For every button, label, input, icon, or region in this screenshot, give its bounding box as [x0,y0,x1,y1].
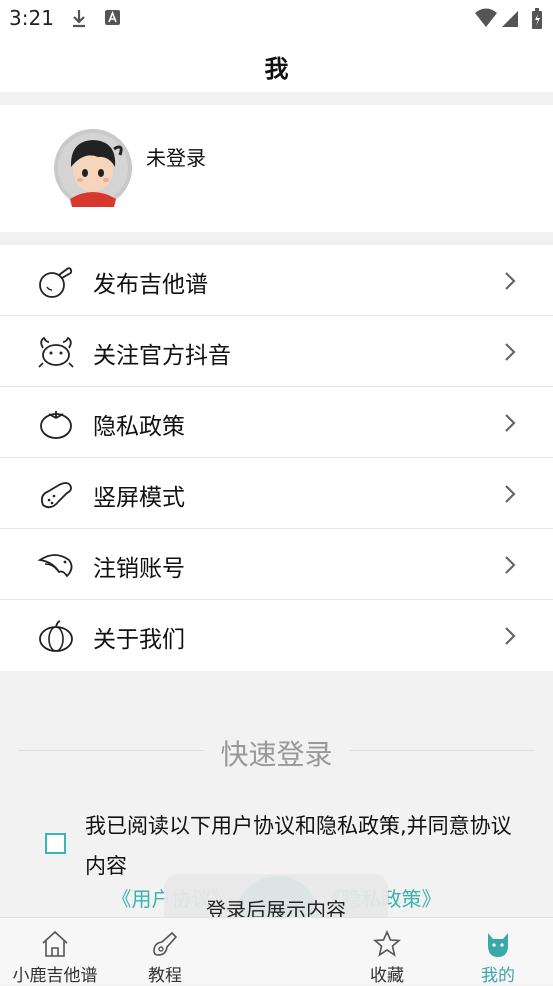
chevron-right-icon [505,414,516,432]
status-time: 3:21 [9,6,54,30]
peach-icon [39,267,73,298]
guitar-icon [153,931,178,956]
avatar[interactable] [54,129,132,207]
battery-icon [532,8,542,29]
chevron-right-icon [505,627,516,645]
menu-item-label: 注销账号 [93,556,185,582]
title-bar: 我 [0,36,553,92]
wifi-icon [475,8,497,27]
tab-favorites[interactable]: 收藏 [332,918,442,986]
tab-mine[interactable]: 我的 [443,918,553,986]
chicken-leg-icon [40,482,72,509]
bottom-tab-bar: 小鹿吉他谱 教程 收藏 我的 [0,917,553,986]
chevron-right-icon [505,485,516,503]
menu-item-label: 关于我们 [93,627,185,653]
chevron-right-icon [505,272,516,290]
menu-item-about-us[interactable]: 关于我们 [0,600,553,671]
quick-login-title: 快速登录 [220,738,333,771]
cat-icon [488,933,508,957]
menu-item-privacy-policy[interactable]: 隐私政策 [0,387,553,458]
tab-label: 小鹿吉他谱 [12,966,98,986]
status-bar: 3:21 [0,0,553,36]
tab-home[interactable]: 小鹿吉他谱 [0,918,110,986]
menu-item-label: 竖屏模式 [93,485,185,511]
menu-item-label: 发布吉他谱 [93,272,208,298]
menu-list: 发布吉他谱 关注官方抖音 隐私政策 竖屏模式 注销账号 关于我们 [0,245,553,671]
agreement-checkbox[interactable] [45,833,66,854]
crab-icon [38,336,74,368]
tomato-icon [40,411,72,439]
signal-icon [502,11,518,27]
tab-label: 我的 [481,966,515,986]
profile-card[interactable]: 未登录 [0,105,553,232]
chevron-right-icon [505,343,516,361]
menu-item-portrait-mode[interactable]: 竖屏模式 [0,458,553,529]
home-icon [42,930,68,957]
app-notification-icon [105,10,120,25]
tab-tutorial[interactable]: 教程 [110,918,220,986]
menu-item-publish-tab[interactable]: 发布吉他谱 [0,245,553,316]
tab-label: 收藏 [370,966,404,986]
star-icon [372,930,402,957]
pumpkin-icon [39,620,73,652]
page-title: 我 [264,55,289,83]
menu-item-label: 隐私政策 [93,414,185,440]
menu-item-delete-account[interactable]: 注销账号 [0,529,553,600]
tab-label: 教程 [148,966,182,986]
chevron-right-icon [505,556,516,574]
menu-item-label: 关注官方抖音 [93,343,231,369]
login-status: 未登录 [146,146,206,170]
download-icon [73,10,85,28]
shrimp-icon [37,554,73,578]
menu-item-follow-douyin[interactable]: 关注官方抖音 [0,316,553,387]
